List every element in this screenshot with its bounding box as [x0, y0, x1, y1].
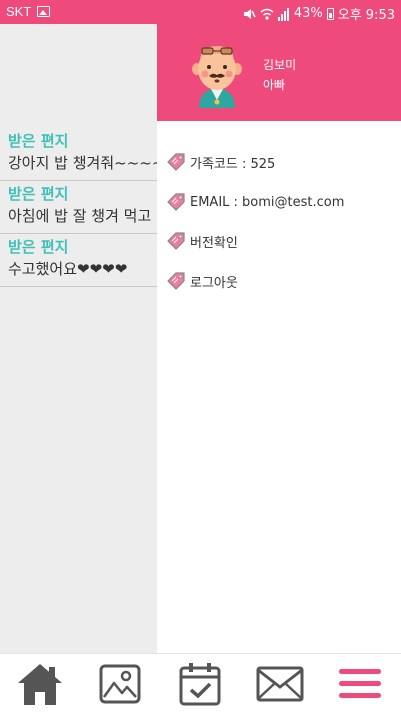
- divider: [0, 233, 157, 234]
- wifi-icon: [260, 8, 274, 20]
- menu-item-family-code[interactable]: 가족코드 : 525: [165, 149, 393, 175]
- tag-icon: [167, 153, 185, 171]
- mail-icon: [256, 666, 304, 702]
- letter-body: 아침에 밥 잘 챙겨 먹고 가: [8, 207, 157, 225]
- gallery-icon: [99, 664, 141, 704]
- nav-mail-button[interactable]: [250, 660, 310, 708]
- menu-label: 버전확인: [190, 235, 238, 251]
- clock: 오후 9:53: [337, 8, 395, 23]
- battery-percent: 43%: [293, 6, 323, 21]
- menu-label: 로그아웃: [190, 275, 238, 291]
- letter-body: 강아지 밥 챙겨줘~~~~: [8, 154, 157, 172]
- carrier-label: SKT: [6, 4, 32, 19]
- letter-item[interactable]: 받은 편지 수고했어요❤❤❤❤: [0, 236, 157, 287]
- menu-label: EMAIL : bomi@test.com: [190, 194, 345, 210]
- calendar-check-icon: [179, 663, 221, 706]
- menu-item-email[interactable]: EMAIL : bomi@test.com: [165, 189, 393, 215]
- letter-title: 받은 편지: [8, 238, 69, 256]
- letter-item[interactable]: 받은 편지 아침에 밥 잘 챙겨 먹고 가: [0, 183, 157, 234]
- letter-title: 받은 편지: [8, 132, 69, 150]
- letter-title: 받은 편지: [8, 185, 69, 203]
- bottom-navigation: [0, 653, 401, 712]
- nav-gallery-button[interactable]: [90, 660, 150, 708]
- nav-home-button[interactable]: [10, 660, 70, 708]
- tag-icon: [167, 272, 185, 290]
- divider: [0, 286, 157, 287]
- menu-item-version-check[interactable]: 버전확인: [165, 228, 393, 254]
- dad-avatar-icon[interactable]: [185, 36, 249, 108]
- nav-calendar-button[interactable]: [170, 660, 230, 708]
- signal-icon: [277, 7, 289, 21]
- letter-item[interactable]: 받은 편지 강아지 밥 챙겨줘~~~~: [0, 130, 157, 181]
- nav-menu-button[interactable]: [330, 660, 390, 708]
- drawer-header: 김보미 아빠: [157, 24, 401, 121]
- status-bar: SKT 43% 오후 9:53: [0, 0, 401, 24]
- image-notification-icon: [37, 6, 51, 17]
- profile-name: 김보미: [263, 58, 297, 72]
- menu-label: 가족코드 : 525: [190, 156, 276, 172]
- divider: [0, 180, 157, 181]
- navigation-drawer: 김보미 아빠 가족코드 : 525 EMAIL : bomi@test.com …: [157, 24, 401, 653]
- profile-role: 아빠: [263, 78, 286, 92]
- mute-icon: [243, 8, 256, 19]
- battery-icon: [326, 7, 334, 20]
- tag-icon: [167, 193, 185, 211]
- home-icon: [18, 664, 62, 705]
- menu-item-logout[interactable]: 로그아웃: [165, 268, 393, 294]
- letter-list: 받은 편지 강아지 밥 챙겨줘~~~~ 받은 편지 아침에 밥 잘 챙겨 먹고 …: [0, 24, 157, 653]
- tag-icon: [167, 232, 185, 250]
- menu-icon: [339, 669, 381, 698]
- letter-body: 수고했어요❤❤❤❤: [8, 260, 128, 278]
